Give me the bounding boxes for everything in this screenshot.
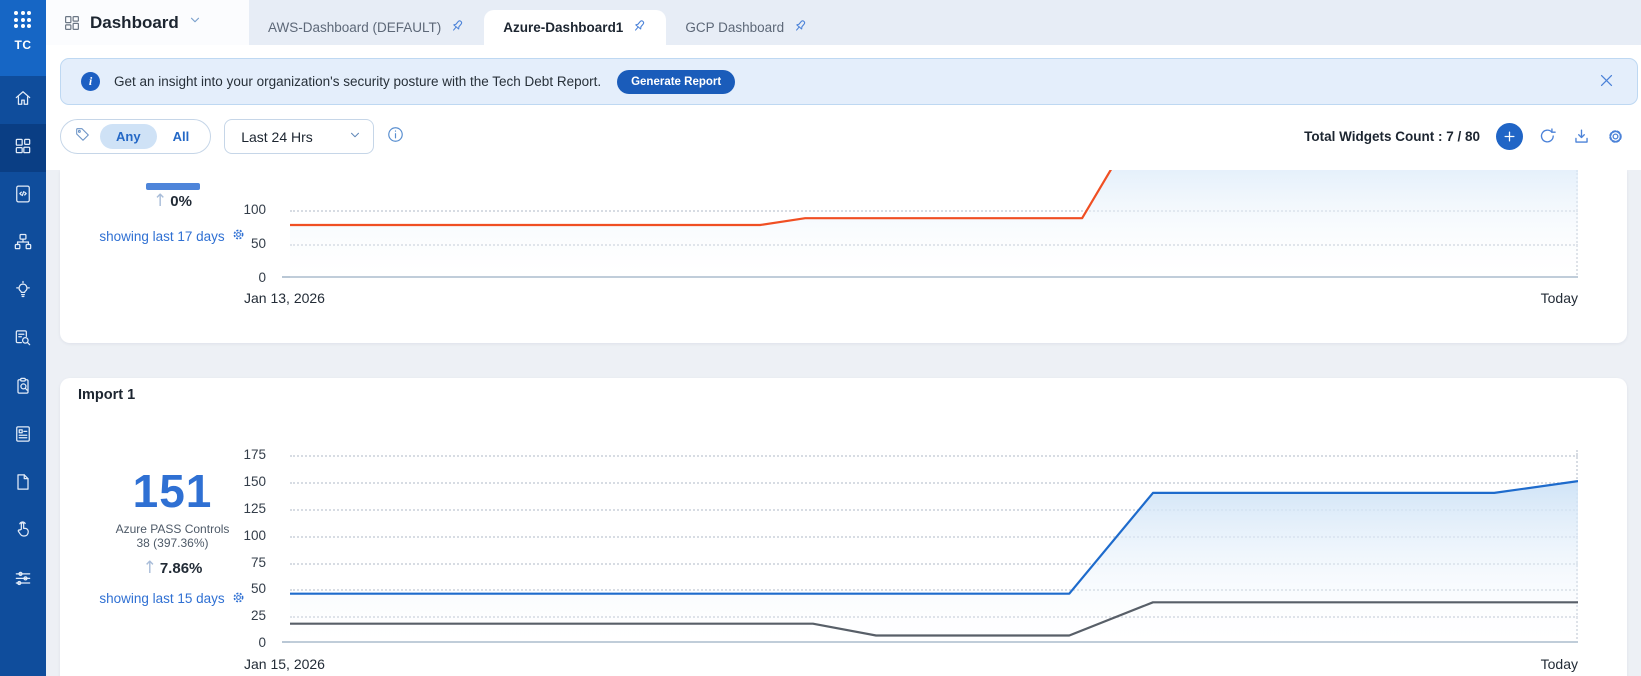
y-axis: 0 25 50 75 100 125 150 175 xyxy=(210,447,278,650)
sidebar-item-code[interactable] xyxy=(0,172,46,220)
match-all-button[interactable]: All xyxy=(157,124,206,149)
page-title: Dashboard xyxy=(90,12,179,32)
tab-gcp-dashboard[interactable]: GCP Dashboard xyxy=(666,10,827,45)
dashboard-grid-icon xyxy=(65,15,79,30)
showing-label: showing last 15 days xyxy=(99,591,225,607)
chevron-down-icon xyxy=(348,128,362,145)
add-widget-button[interactable] xyxy=(1496,123,1523,150)
total-widgets-count: Total Widgets Count : 7 / 80 xyxy=(1304,129,1480,144)
match-any-button[interactable]: Any xyxy=(100,124,157,149)
dashboard-icon xyxy=(13,136,33,161)
sidebar-item-insights[interactable] xyxy=(0,268,46,316)
home-icon xyxy=(13,88,33,113)
chevron-down-icon[interactable] xyxy=(188,13,202,32)
tag-icon xyxy=(74,126,91,148)
filter-bar: Any All Last 24 Hrs Total Widgets Count … xyxy=(60,119,1625,154)
lightbulb-icon xyxy=(13,280,33,305)
x-axis-labels: Jan 15, 2026 Today xyxy=(244,656,1578,672)
pin-icon[interactable] xyxy=(449,18,465,37)
pin-icon[interactable] xyxy=(631,18,647,37)
sidebar-item-reports[interactable] xyxy=(0,412,46,460)
y-tick-label: 50 xyxy=(250,581,266,597)
tab-label: GCP Dashboard xyxy=(685,20,785,35)
x-axis-labels: Jan 13, 2026 Today xyxy=(244,290,1578,306)
hand-click-icon xyxy=(13,520,33,545)
download-button[interactable] xyxy=(1572,127,1591,146)
y-tick-label: 50 xyxy=(250,236,266,252)
arrow-up-icon: ↑ xyxy=(142,557,157,578)
topology-icon xyxy=(13,232,33,257)
change-value: 7.86% xyxy=(159,559,203,577)
y-tick-label: 125 xyxy=(243,500,266,516)
y-tick-label: 175 xyxy=(243,447,266,463)
generate-report-button[interactable]: Generate Report xyxy=(617,69,736,94)
sidebar-item-audit[interactable] xyxy=(0,364,46,412)
time-range-select[interactable]: Last 24 Hrs xyxy=(224,119,375,154)
apps-waffle-icon[interactable] xyxy=(14,11,32,29)
widget-title: Import 1 xyxy=(78,387,136,403)
refresh-button[interactable] xyxy=(1538,127,1557,146)
tech-debt-banner: i Get an insight into your organization'… xyxy=(60,58,1638,105)
y-tick-label: 0 xyxy=(258,270,266,285)
app-window: TC Dashboard AWS-Dashboard (DEFAULT) Azu… xyxy=(0,0,1641,676)
pin-icon[interactable] xyxy=(792,18,808,37)
widget-card-import-1: Import 1 151 Azure PASS Controls 38 (397… xyxy=(60,378,1627,676)
file-icon xyxy=(13,472,33,497)
y-tick-label: 0 xyxy=(258,635,266,650)
widget-card-1: ↑ 0% showing last 17 days 0 50 100 Jan 13,… xyxy=(60,170,1627,343)
code-file-icon xyxy=(13,184,33,209)
close-icon[interactable] xyxy=(1598,72,1615,94)
chart-area xyxy=(282,170,1578,278)
tab-azure-dashboard1[interactable]: Azure-Dashboard1 xyxy=(484,10,667,45)
showing-label: showing last 17 days xyxy=(99,228,225,244)
filter-info-icon[interactable] xyxy=(386,125,405,149)
sidebar-item-files[interactable] xyxy=(0,460,46,508)
tab-aws-dashboard[interactable]: AWS-Dashboard (DEFAULT) xyxy=(249,10,484,45)
sidebar-item-actions[interactable] xyxy=(0,508,46,556)
x-end-label: Today xyxy=(1540,656,1578,672)
sidebar-item-topology[interactable] xyxy=(0,220,46,268)
document-search-icon xyxy=(13,328,33,353)
y-tick-label: 100 xyxy=(243,527,266,543)
top-bar: Dashboard AWS-Dashboard (DEFAULT) Azure-… xyxy=(46,0,1641,45)
tab-label: Azure-Dashboard1 xyxy=(503,20,624,35)
settings-gear-icon[interactable] xyxy=(1606,127,1625,146)
arrow-up-icon: ↑ xyxy=(153,191,168,211)
y-axis: 0 50 100 xyxy=(210,170,278,285)
y-tick-label: 75 xyxy=(250,554,266,570)
sidebar-item-dashboard[interactable] xyxy=(0,124,46,172)
dashboard-content: ↑ 0% showing last 17 days 0 50 100 Jan 13,… xyxy=(46,170,1641,676)
sliders-icon xyxy=(13,568,33,593)
sidebar: TC xyxy=(0,0,46,676)
tab-label: AWS-Dashboard (DEFAULT) xyxy=(268,20,442,35)
report-icon xyxy=(13,424,33,449)
dashboard-title-block[interactable]: Dashboard xyxy=(46,0,249,45)
tag-match-toggle: Any All xyxy=(60,119,212,154)
x-start-label: Jan 13, 2026 xyxy=(244,290,325,306)
time-range-value: Last 24 Hrs xyxy=(241,128,313,145)
y-tick-label: 100 xyxy=(243,202,266,218)
y-tick-label: 150 xyxy=(243,474,266,490)
sidebar-item-settings[interactable] xyxy=(0,556,46,604)
clipboard-search-icon xyxy=(13,376,33,401)
clipped-stat-remnant xyxy=(145,183,200,190)
y-tick-label: 25 xyxy=(250,608,266,624)
banner-text: Get an insight into your organization's … xyxy=(114,74,602,89)
info-icon: i xyxy=(81,72,100,91)
dashboard-tabs: AWS-Dashboard (DEFAULT) Azure-Dashboard1… xyxy=(249,0,827,45)
sidebar-item-doc-search[interactable] xyxy=(0,316,46,364)
change-value: 0% xyxy=(170,193,192,210)
sidebar-item-home[interactable] xyxy=(0,76,46,124)
chart-area xyxy=(282,450,1578,643)
line-chart xyxy=(290,450,1578,643)
x-start-label: Jan 15, 2026 xyxy=(244,656,325,672)
line-chart xyxy=(290,170,1578,278)
sub-header: i Get an insight into your organization'… xyxy=(46,45,1641,170)
sidebar-top: TC xyxy=(0,0,46,76)
x-end-label: Today xyxy=(1540,290,1578,306)
avatar[interactable]: TC xyxy=(15,38,32,52)
